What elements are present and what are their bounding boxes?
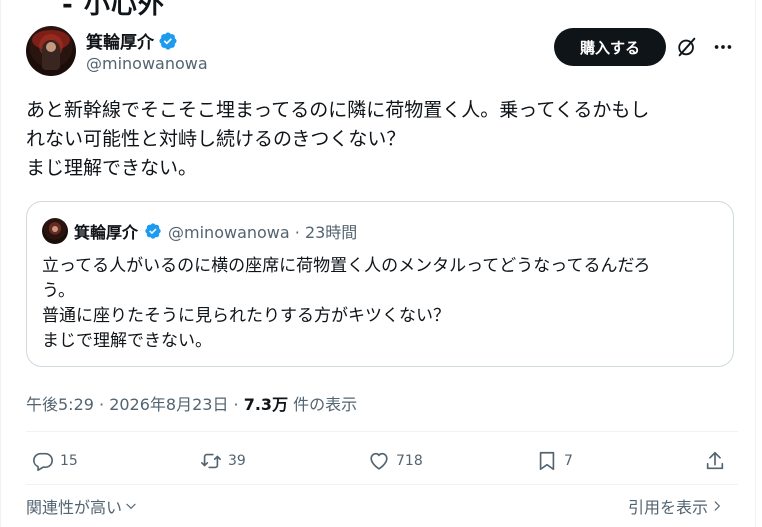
buy-button[interactable]: 購入する [554,28,666,66]
quoted-text-line: 立ってる人がいるのに横の座席に荷物置く人のメンタルってどうなってるんだろ [42,256,651,276]
share-icon [706,451,724,470]
frame-right-border [755,0,756,527]
quoted-tweet-header: 箕輪厚介 @minowanowa · 23時間 [42,218,357,244]
divider [26,431,738,432]
bookmark-count: 7 [564,453,573,469]
quoted-tweet-text: 立ってる人がいるのに横の座席に荷物置く人のメンタルってどうなってるんだろ う。 … [42,254,732,354]
quoted-author-handle-time: @minowanowa · 23時間 [168,223,358,242]
bookmark-icon [539,451,555,471]
grok-icon[interactable] [676,36,698,58]
tweet-text-line: あと新幹線でそこそこ埋まってるのに隣に荷物置く人。乗ってくるかもし [26,99,650,121]
reply-button[interactable]: 15 [32,450,78,472]
divider [26,484,738,485]
quoted-author-avatar [42,218,68,244]
action-bar: 15 39 718 7 [26,450,738,484]
post-metadata: 午後5:29 · 2026年8月23日 · 7.3万 件の表示 [26,391,357,415]
more-options-icon[interactable] [712,36,734,58]
reply-count: 15 [60,453,78,469]
quoted-text-line: う。 [42,281,75,301]
like-button[interactable]: 718 [368,450,423,472]
tweet-text-line: まじ理解できない。 [26,157,198,179]
tweet-text: あと新幹線でそこそこ埋まってるのに隣に荷物置く人。乗ってくるかもし れない可能性… [26,96,738,183]
quoted-tweet-card[interactable]: 箕輪厚介 @minowanowa · 23時間 立ってる人がいるのに横の座席に荷… [26,201,734,367]
view-count: 7.3万 [243,395,289,414]
share-button[interactable] [704,450,726,472]
reply-sort-label: 関連性が高い [26,498,123,517]
frame-left-border [0,0,1,527]
verified-badge-icon [159,31,177,50]
view-count-suffix: 件の表示 [288,395,358,414]
author-avatar[interactable] [26,26,76,76]
author-name-row: 箕輪厚介 [86,28,178,53]
tweet-text-line: れない可能性と対峙し続けるのきつくない？ [26,128,406,150]
like-count: 718 [396,453,423,469]
view-quotes-label: 引用を表示 [628,498,709,517]
author-display-name[interactable]: 箕輪厚介 [86,28,154,53]
post-timestamp[interactable]: 午後5:29 · 2026年8月23日 · [26,395,244,414]
bookmark-button[interactable]: 7 [536,450,573,472]
verified-badge-icon [145,223,161,239]
quoted-author-name: 箕輪厚介 [74,223,139,242]
view-quotes-link[interactable]: 引用を表示 [628,494,724,518]
heart-icon [370,452,388,470]
chevron-down-icon [126,503,136,509]
retweet-count: 39 [228,453,246,469]
author-handle[interactable]: @minowanowa [86,54,208,73]
chevron-right-icon [714,501,720,511]
retweet-button[interactable]: 39 [200,450,246,472]
reply-sort-dropdown[interactable]: 関連性が高い [26,494,138,518]
quoted-text-line: 普通に座りたそうに見られたりする方がキツくない？ [42,306,450,326]
quoted-text-line: まじで理解できない。 [42,331,212,351]
previous-post-cutoff-text: - 小心外 [62,0,165,20]
reply-icon [33,452,53,471]
retweet-icon [201,453,221,469]
post-header: 箕輪厚介 @minowanowa 購入する [26,26,738,78]
